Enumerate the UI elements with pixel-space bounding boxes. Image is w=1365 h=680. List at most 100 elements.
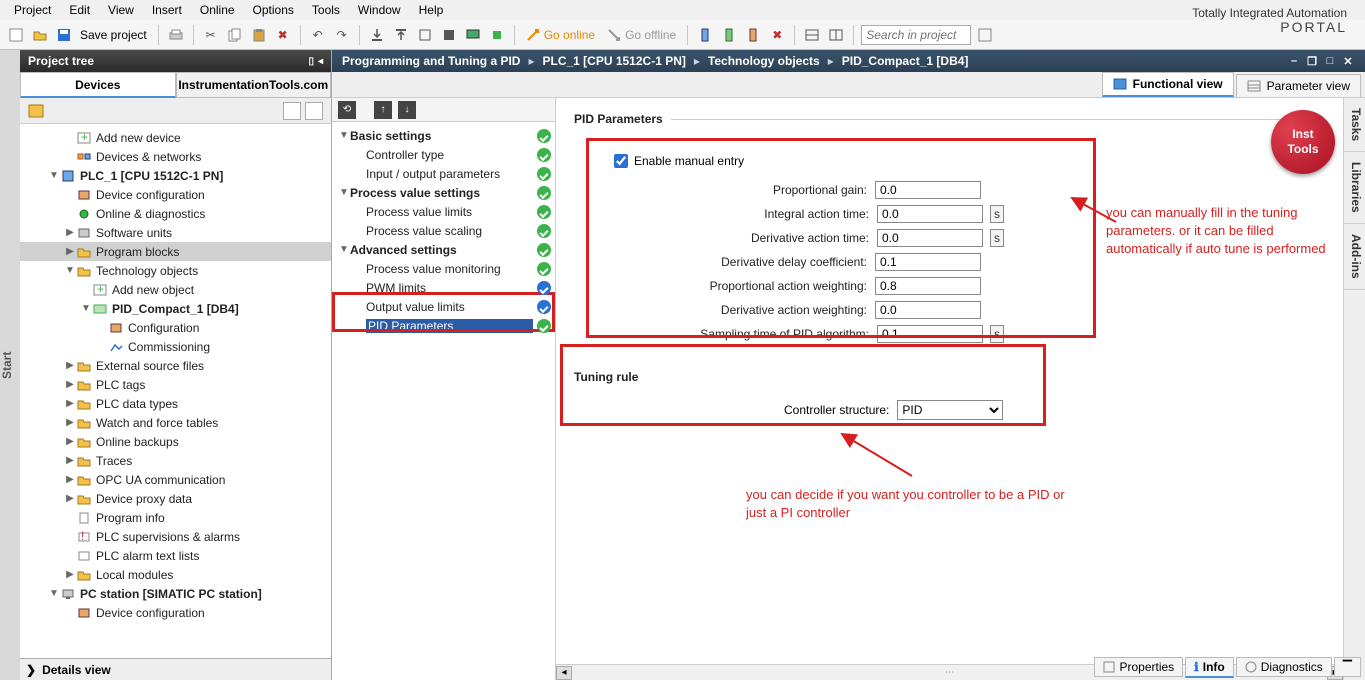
- pt-grid1-icon[interactable]: [283, 102, 301, 120]
- cfg-item-8[interactable]: PWM limits: [332, 278, 555, 297]
- print-icon[interactable]: [166, 25, 186, 45]
- crumb-p2[interactable]: PLC_1 [CPU 1512C-1 PN]: [542, 54, 685, 68]
- tree-item-7[interactable]: ▼Technology objects: [20, 261, 331, 280]
- tab-properties[interactable]: Properties: [1094, 657, 1183, 677]
- monitor3-icon[interactable]: [743, 25, 763, 45]
- tree-item-9[interactable]: ▼PID_Compact_1 [DB4]: [20, 299, 331, 318]
- menu-tools[interactable]: Tools: [306, 1, 346, 19]
- pin-icon[interactable]: ◂: [318, 56, 323, 67]
- tree-twisty[interactable]: ▶: [64, 246, 76, 257]
- menu-project[interactable]: Project: [8, 1, 57, 19]
- tree-item-5[interactable]: ▶Software units: [20, 223, 331, 242]
- sim-icon[interactable]: [439, 25, 459, 45]
- menu-window[interactable]: Window: [352, 1, 407, 19]
- bottom-collapse[interactable]: ▔: [1334, 657, 1361, 677]
- tree-twisty[interactable]: ▶: [64, 360, 76, 371]
- tab-parameter-view[interactable]: Parameter view: [1236, 74, 1361, 97]
- undo-icon[interactable]: ↶: [308, 25, 328, 45]
- redo-icon[interactable]: ↷: [332, 25, 352, 45]
- tree-item-24[interactable]: ▼PC station [SIMATIC PC station]: [20, 584, 331, 603]
- tree-item-19[interactable]: ▶Device proxy data: [20, 489, 331, 508]
- tree-item-10[interactable]: Configuration: [20, 318, 331, 337]
- tree-item-20[interactable]: Program info: [20, 508, 331, 527]
- tree-item-1[interactable]: Devices & networks: [20, 147, 331, 166]
- param-input-5[interactable]: [875, 301, 981, 319]
- tree-twisty[interactable]: ▶: [64, 474, 76, 485]
- tree-item-12[interactable]: ▶External source files: [20, 356, 331, 375]
- details-view-header[interactable]: ❯ Details view: [20, 658, 331, 680]
- project-tree[interactable]: +Add new deviceDevices & networks▼PLC_1 …: [20, 124, 331, 658]
- tab-tasks[interactable]: Tasks: [1344, 98, 1365, 152]
- tab-functional-view[interactable]: Functional view: [1102, 72, 1234, 97]
- param-input-2[interactable]: [877, 229, 983, 247]
- tree-twisty[interactable]: ▶: [64, 569, 76, 580]
- tree-twisty[interactable]: ▶: [64, 436, 76, 447]
- tree-twisty[interactable]: ▼: [48, 588, 60, 599]
- config-tree[interactable]: ▼Basic settingsController typeInput / ou…: [332, 122, 555, 680]
- cfg-twisty[interactable]: ▼: [338, 187, 350, 198]
- tree-item-23[interactable]: ▶Local modules: [20, 565, 331, 584]
- crumb-p1[interactable]: Programming and Tuning a PID: [342, 54, 520, 68]
- tab-instrumentation[interactable]: InstrumentationTools.com: [176, 72, 332, 98]
- tree-twisty[interactable]: ▶: [64, 379, 76, 390]
- tree-twisty[interactable]: ▶: [64, 493, 76, 504]
- controller-structure-select[interactable]: PID: [897, 400, 1003, 420]
- go-offline-button[interactable]: Go offline: [603, 28, 680, 42]
- expand-icon[interactable]: ❯: [26, 663, 36, 677]
- tree-item-14[interactable]: ▶PLC data types: [20, 394, 331, 413]
- cfg-item-10[interactable]: PID Parameters: [332, 316, 555, 335]
- max-icon[interactable]: □: [1323, 54, 1337, 68]
- tree-item-22[interactable]: PLC alarm text lists: [20, 546, 331, 565]
- tree-item-18[interactable]: ▶OPC UA communication: [20, 470, 331, 489]
- cfg-item-5[interactable]: Process value scaling: [332, 221, 555, 240]
- tree-twisty[interactable]: ▶: [64, 398, 76, 409]
- cfg-item-6[interactable]: ▼Advanced settings: [332, 240, 555, 259]
- menu-online[interactable]: Online: [194, 1, 241, 19]
- tab-diagnostics[interactable]: Diagnostics: [1236, 657, 1332, 677]
- new-icon[interactable]: [6, 25, 26, 45]
- param-input-4[interactable]: [875, 277, 981, 295]
- tree-twisty[interactable]: ▼: [80, 303, 92, 314]
- tree-item-11[interactable]: Commissioning: [20, 337, 331, 356]
- start-icon[interactable]: [487, 25, 507, 45]
- search-go-icon[interactable]: [975, 25, 995, 45]
- paste-icon[interactable]: [249, 25, 269, 45]
- cfg-twisty[interactable]: ▼: [338, 130, 350, 141]
- tree-item-17[interactable]: ▶Traces: [20, 451, 331, 470]
- cfg-tool2-icon[interactable]: ↑: [374, 101, 392, 119]
- menu-view[interactable]: View: [102, 1, 140, 19]
- cfg-item-3[interactable]: ▼Process value settings: [332, 183, 555, 202]
- tree-item-13[interactable]: ▶PLC tags: [20, 375, 331, 394]
- min-icon[interactable]: –: [1287, 54, 1301, 68]
- tree-item-4[interactable]: Online & diagnostics: [20, 204, 331, 223]
- cfg-item-7[interactable]: Process value monitoring: [332, 259, 555, 278]
- download-icon[interactable]: [367, 25, 387, 45]
- restore-icon[interactable]: ❐: [1305, 54, 1319, 68]
- menu-options[interactable]: Options: [247, 1, 300, 19]
- crumb-p3[interactable]: Technology objects: [708, 54, 820, 68]
- tree-twisty[interactable]: ▶: [64, 227, 76, 238]
- tree-item-15[interactable]: ▶Watch and force tables: [20, 413, 331, 432]
- upload-icon[interactable]: [391, 25, 411, 45]
- monitor1-icon[interactable]: [695, 25, 715, 45]
- go-online-button[interactable]: Go online: [522, 28, 599, 42]
- param-input-1[interactable]: [877, 205, 983, 223]
- pt-grid2-icon[interactable]: [305, 102, 323, 120]
- tree-twisty[interactable]: ▼: [48, 170, 60, 181]
- save-icon[interactable]: [54, 25, 74, 45]
- split-h-icon[interactable]: [802, 25, 822, 45]
- tab-addins[interactable]: Add-ins: [1344, 224, 1365, 290]
- tree-item-25[interactable]: Device configuration: [20, 603, 331, 622]
- tree-item-6[interactable]: ▶Program blocks: [20, 242, 331, 261]
- tab-libraries[interactable]: Libraries: [1344, 152, 1365, 224]
- save-project-button[interactable]: Save project: [80, 28, 147, 42]
- cfg-item-0[interactable]: ▼Basic settings: [332, 126, 555, 145]
- enable-manual-checkbox[interactable]: [614, 154, 628, 168]
- tree-twisty[interactable]: ▼: [64, 265, 76, 276]
- menu-help[interactable]: Help: [413, 1, 450, 19]
- tree-twisty[interactable]: ▶: [64, 417, 76, 428]
- tree-item-2[interactable]: ▼PLC_1 [CPU 1512C-1 PN]: [20, 166, 331, 185]
- search-input[interactable]: [861, 25, 971, 45]
- tree-item-0[interactable]: +Add new device: [20, 128, 331, 147]
- split-v-icon[interactable]: [826, 25, 846, 45]
